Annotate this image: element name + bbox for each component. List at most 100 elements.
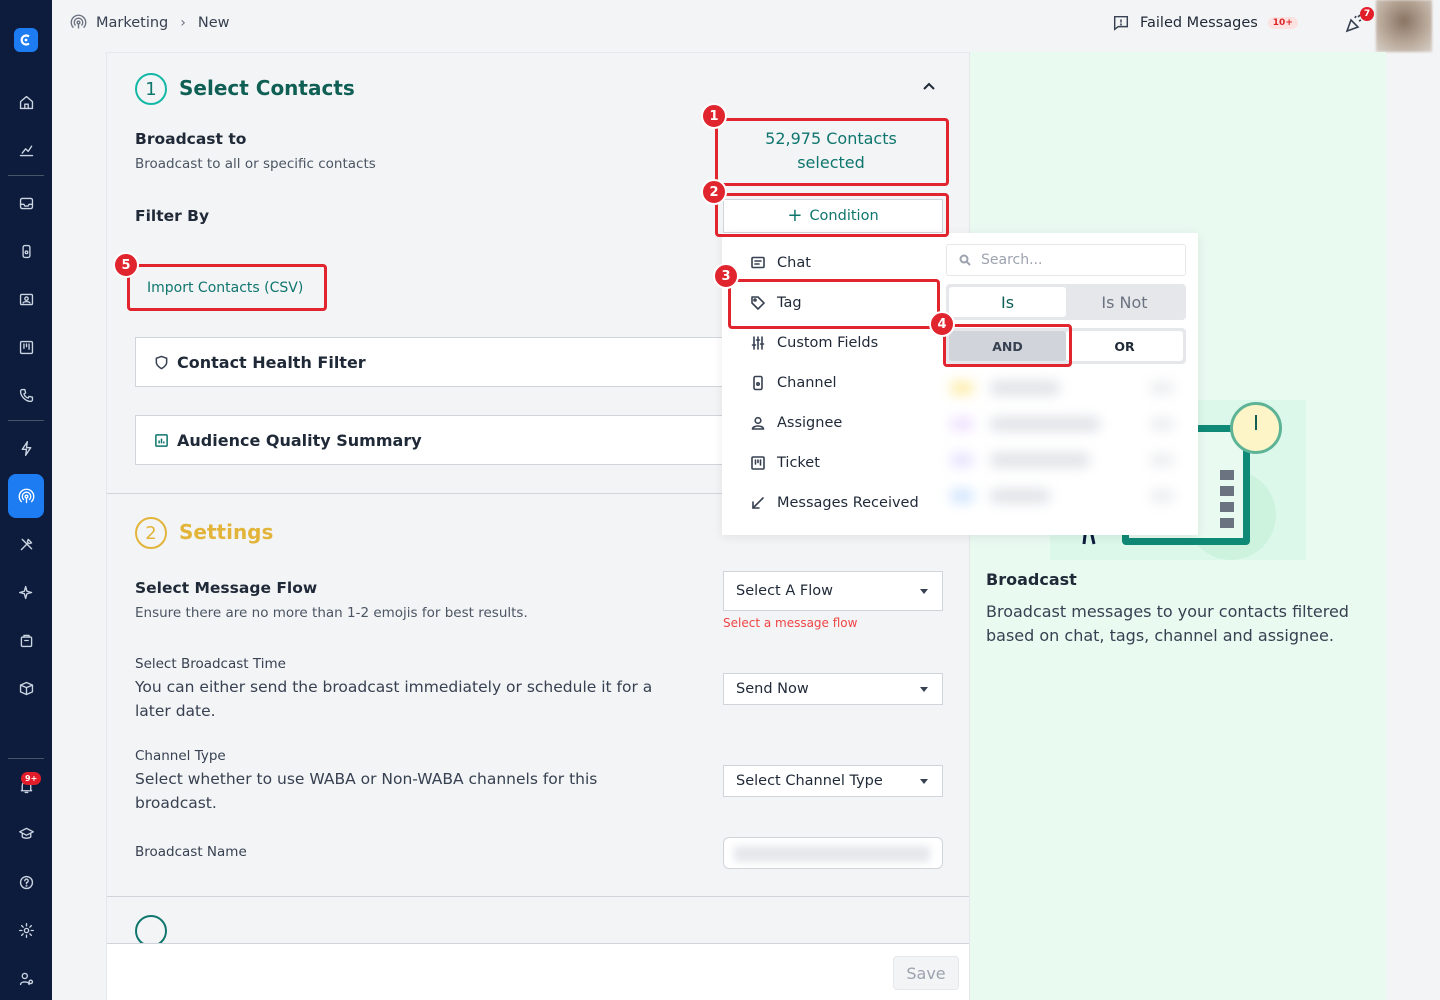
- sidebar-item-tools[interactable]: [8, 526, 44, 562]
- sparkle-icon: [18, 585, 32, 599]
- failed-messages-label: Failed Messages: [1140, 15, 1258, 31]
- failed-messages-button[interactable]: Failed Messages 10+: [1112, 14, 1298, 32]
- or-option[interactable]: OR: [1066, 331, 1183, 361]
- gear-icon: [18, 922, 34, 938]
- sliders-icon: [751, 336, 765, 350]
- audience-quality-summary-accordion[interactable]: Audience Quality Summary: [135, 415, 755, 465]
- is-not-option[interactable]: Is Not: [1066, 287, 1183, 317]
- breadcrumb: Marketing › New: [70, 14, 230, 31]
- is-option[interactable]: Is: [949, 287, 1066, 317]
- section-divider: [107, 896, 969, 897]
- annotation-marker-1: 1: [701, 103, 727, 129]
- condition-item-assignee[interactable]: Assignee: [750, 415, 842, 431]
- sidebar-item-analytics[interactable]: [8, 132, 44, 168]
- sidebar-item-settings[interactable]: [8, 912, 44, 948]
- info-panel-description: Broadcast messages to your contacts filt…: [986, 602, 1349, 645]
- chat-icon: [751, 256, 765, 269]
- search-icon: [959, 254, 971, 266]
- phone-icon: [19, 388, 33, 402]
- condition-item-tag[interactable]: Tag: [750, 295, 802, 311]
- breadcrumb-marketing[interactable]: Marketing: [96, 15, 168, 31]
- tools-icon: [20, 538, 32, 550]
- sidebar-item-learn[interactable]: [8, 815, 44, 851]
- sidebar-item-automation[interactable]: [8, 430, 44, 466]
- inbox-icon: [19, 197, 33, 209]
- annotation-marker-3: 3: [713, 263, 739, 289]
- sidebar-item-calls[interactable]: [8, 377, 44, 413]
- step-2-indicator: 2: [135, 517, 167, 549]
- plus-icon: +: [787, 205, 803, 226]
- contacts-selected-count[interactable]: 52,975 Contacts selected: [717, 120, 945, 182]
- sidebar-divider: [8, 420, 44, 421]
- alert-message-icon: [1113, 15, 1129, 31]
- condition-search-input[interactable]: Search...: [946, 244, 1186, 276]
- sidebar-divider: [8, 175, 44, 176]
- form-footer: Save: [107, 943, 969, 1000]
- condition-item-chat[interactable]: Chat: [750, 255, 811, 271]
- bag-icon: [20, 634, 32, 647]
- channel-type-description: Select whether to use WABA or Non-WABA c…: [135, 770, 598, 812]
- add-condition-button[interactable]: + Condition: [723, 199, 943, 233]
- sidebar-item-commerce[interactable]: [8, 622, 44, 658]
- broadcast-to-label: Broadcast to: [135, 130, 247, 148]
- caret-down-icon: [920, 686, 928, 692]
- sidebar-divider: [8, 758, 44, 759]
- contact-card-icon: [19, 293, 33, 305]
- annotation-marker-4: 4: [929, 311, 955, 337]
- device-icon: [21, 244, 31, 258]
- user-icon: [751, 416, 765, 430]
- condition-dropdown: Chat Tag Custom Fields Channel Assignee …: [722, 233, 1198, 535]
- broadcast-time-description: You can either send the broadcast immedi…: [135, 678, 653, 720]
- lightning-icon: [21, 440, 31, 456]
- contact-health-filter-accordion[interactable]: Contact Health Filter: [135, 337, 755, 387]
- message-flow-select[interactable]: Select A Flow: [723, 571, 943, 611]
- user-settings-icon: [19, 972, 33, 985]
- broadcast-time-select[interactable]: Send Now: [723, 673, 943, 705]
- condition-item-custom-fields[interactable]: Custom Fields: [750, 335, 878, 351]
- shield-icon: [155, 355, 168, 369]
- arrow-down-left-icon: [752, 497, 764, 509]
- avatar[interactable]: [1376, 0, 1432, 52]
- tag-icon: [751, 296, 765, 310]
- broadcast-name-label: Broadcast Name: [135, 844, 247, 860]
- app-logo[interactable]: [14, 28, 38, 52]
- package-icon: [19, 681, 33, 695]
- caret-down-icon: [920, 588, 928, 594]
- sidebar-item-device[interactable]: [8, 233, 44, 269]
- broadcast-icon: [18, 488, 34, 503]
- kanban-icon: [19, 340, 33, 354]
- sidebar-item-ai[interactable]: [8, 574, 44, 610]
- sidebar-item-broadcast[interactable]: [8, 474, 44, 518]
- broadcast-name-input[interactable]: [723, 837, 943, 869]
- save-button[interactable]: Save: [893, 956, 959, 990]
- sidebar-item-team[interactable]: [8, 960, 44, 996]
- clock-illustration: [1230, 402, 1282, 454]
- notification-badge: 9+: [21, 772, 42, 785]
- sidebar-item-contacts[interactable]: [8, 281, 44, 317]
- channel-type-select[interactable]: Select Channel Type: [723, 765, 943, 797]
- help-icon: [19, 875, 33, 889]
- device-icon: [753, 375, 763, 391]
- failed-messages-count: 10+: [1267, 17, 1298, 29]
- condition-item-ticket[interactable]: Ticket: [750, 455, 820, 471]
- collapse-section-button[interactable]: [919, 77, 939, 97]
- import-contacts-link[interactable]: Import Contacts (CSV): [147, 280, 303, 296]
- condition-item-channel[interactable]: Channel: [750, 375, 837, 391]
- message-flow-label: Select Message Flow: [135, 579, 318, 597]
- is-isnot-toggle: Is Is Not: [946, 284, 1186, 320]
- sidebar-item-packages[interactable]: [8, 670, 44, 706]
- sidebar-item-tickets[interactable]: [8, 329, 44, 365]
- condition-item-messages-received[interactable]: Messages Received: [750, 495, 919, 511]
- breadcrumb-separator-icon: ›: [180, 14, 186, 31]
- channel-type-label: Channel Type: [135, 748, 226, 764]
- and-option[interactable]: AND: [949, 331, 1066, 361]
- graduation-cap-icon: [18, 827, 34, 839]
- sidebar-item-inbox[interactable]: [8, 185, 44, 221]
- sidebar-item-help[interactable]: [8, 864, 44, 900]
- settings-title: Settings: [179, 520, 274, 544]
- top-bar: Marketing › New Failed Messages 10+ 7: [52, 0, 1440, 52]
- sidebar-item-home[interactable]: [8, 84, 44, 120]
- left-sidebar: 9+: [0, 0, 52, 1000]
- home-icon: [19, 95, 33, 109]
- and-or-toggle: AND OR: [946, 328, 1186, 364]
